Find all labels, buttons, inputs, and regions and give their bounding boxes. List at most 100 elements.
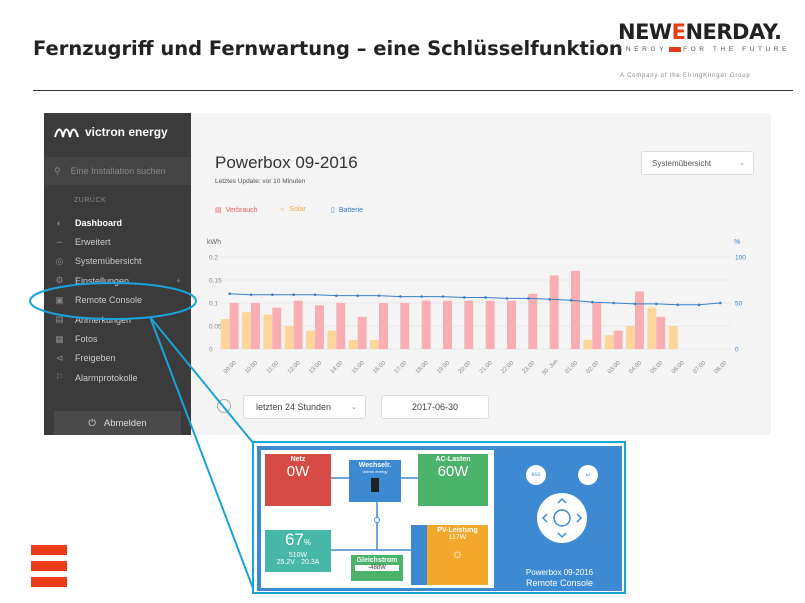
battery-point	[420, 295, 423, 298]
gauge-icon: ◐	[56, 217, 63, 228]
y-tick-label: 0.05	[209, 324, 222, 331]
power-icon: ⏻	[88, 417, 96, 429]
logout-button[interactable]: ⏻ Abmelden	[54, 411, 181, 435]
consumption-bar	[336, 303, 346, 349]
consumption-bar	[315, 305, 324, 349]
solar-bar	[284, 326, 294, 349]
x-tick-label: 23:00	[522, 360, 537, 375]
slide: Fernzugriff und Fernwartung – eine Schlü…	[0, 0, 805, 603]
y2-tick-label: 0	[735, 347, 739, 354]
back-link[interactable]: ZURÜCK	[74, 197, 106, 204]
solar-bar	[327, 330, 337, 349]
battery-point	[356, 294, 359, 297]
battery-point	[719, 301, 722, 305]
x-tick-label: 02:00	[586, 360, 601, 375]
x-tick-label: 12:00	[287, 360, 302, 375]
battery-box[interactable]: 67% 510W 25.2V · 20.3A	[265, 530, 331, 572]
photo-icon: ▦	[55, 333, 64, 344]
consumption-bar	[229, 303, 239, 349]
mppt-box	[411, 525, 427, 585]
x-tick-label: 06:00	[671, 360, 686, 375]
battery-point	[633, 302, 637, 306]
consumption-bar	[357, 316, 367, 349]
chevron-down-icon: ⌄	[351, 404, 357, 411]
date-field[interactable]: 2017-06-30	[381, 395, 489, 419]
slide-title: Fernzugriff und Fernwartung – eine Schlü…	[33, 37, 623, 60]
pv-power-box[interactable]: PV-Leistung 117W ☼	[427, 525, 488, 585]
solar-bar	[263, 314, 273, 349]
title-divider	[33, 90, 793, 91]
x-tick-label: 09:00	[223, 360, 238, 375]
menu-item-einstellungen[interactable]: ⚙ Einstellungen +	[44, 271, 191, 290]
victron-logo[interactable]: victron energy	[54, 125, 168, 139]
consumption-bar	[635, 291, 644, 349]
battery-point	[249, 293, 253, 297]
x-tick-label: 08:00	[714, 360, 729, 375]
menu-item-erweitert[interactable]: ∽ Erweitert	[44, 232, 191, 251]
consumption-bar	[400, 303, 410, 349]
inverter-box[interactable]: Wechselr. victron energy	[349, 460, 401, 502]
brand-stripes-decoration	[31, 545, 67, 593]
consumption-bar	[571, 270, 580, 349]
x-tick-label: 19:00	[436, 360, 451, 375]
solar-bar	[668, 326, 678, 349]
menu-item-freigeben[interactable]: ⊲ Freigeben	[44, 349, 191, 368]
menu-item-anmerkungen[interactable]: ▤ Anmerkungen	[44, 310, 191, 329]
console-label: Remote Console	[525, 578, 594, 588]
logo-subline: A Company of the ElringKlinger Group	[620, 73, 751, 79]
y2-tick-label: 50	[735, 301, 743, 308]
consumption-bar	[592, 303, 602, 349]
y-tick-label: 0.2	[209, 255, 218, 262]
x-tick-label: 30. Jun	[541, 359, 559, 377]
installation-search-input[interactable]: ⚲ Eine Installation suchen	[44, 157, 191, 185]
solar-bar	[626, 326, 635, 349]
netz-box[interactable]: Netz 0W	[265, 454, 331, 506]
solar-bar	[583, 339, 593, 349]
x-tick-label: 01:00	[564, 360, 579, 375]
range-select[interactable]: letzten 24 Stunden ⌄	[243, 395, 366, 419]
battery-point	[441, 295, 445, 298]
y-tick-label: 0.15	[209, 278, 222, 285]
y-tick-label: 0	[209, 347, 213, 354]
menu-item-fotos[interactable]: ▦ Fotos	[44, 329, 191, 348]
menu-item-remote-console[interactable]: ▣ Remote Console	[44, 291, 191, 310]
logo-tagline: ENERGY FOR THE FUTURE	[618, 46, 791, 53]
remote-console-panel: Netz 0W Wechselr. victron energy AC-Last…	[252, 441, 626, 594]
consumption-bar	[293, 300, 303, 349]
x-tick-label: 15:00	[351, 360, 366, 375]
logo-wordmark: NEWENERDAY.	[618, 20, 782, 44]
inverter-icon	[371, 478, 379, 492]
vrm-menu: ◐ Dashboard ∽ Erweitert ◎ Systemübersicht ⚙…	[44, 213, 191, 388]
consumption-bar	[251, 303, 260, 349]
vrm-portal-screenshot: victron energy ⚲ Eine Installation suche…	[44, 113, 771, 435]
battery-point	[292, 293, 295, 297]
x-tick-label: 14:00	[330, 360, 345, 375]
menu-item-systemuebersicht[interactable]: ◎ Systemübersicht	[44, 252, 191, 271]
battery-point	[569, 298, 573, 302]
battery-point	[313, 293, 317, 297]
x-tick-label: 13:00	[308, 360, 323, 375]
return-icon: ↵	[585, 472, 591, 479]
x-tick-label: 10:00	[244, 360, 259, 375]
menu-item-alarmprotokolle[interactable]: ⚐ Alarmprotokolle	[44, 368, 191, 387]
search-icon: ⚲	[54, 165, 61, 176]
battery-point	[505, 297, 509, 300]
solar-bar	[242, 312, 251, 349]
x-tick-label: 22:00	[500, 360, 515, 375]
expand-plus-icon: +	[175, 275, 181, 286]
console-icon: ▣	[55, 294, 64, 305]
dpad-control[interactable]	[537, 493, 587, 543]
enter-button[interactable]: ↵	[578, 465, 598, 485]
battery-point	[548, 298, 551, 301]
consumption-bar	[613, 330, 623, 349]
battery-point	[527, 297, 530, 300]
dc-system-box[interactable]: Gleichstrom -488W	[351, 555, 403, 581]
x-tick-label: 16:00	[372, 360, 387, 375]
console-overview-diagram: Netz 0W Wechselr. victron energy AC-Last…	[261, 450, 494, 588]
menu-item-dashboard[interactable]: ◐ Dashboard	[44, 213, 191, 232]
vrm-main-panel: Powerbox 09-2016 Letztes Update: vor 10 …	[191, 113, 771, 435]
esc-button[interactable]: esc	[526, 465, 546, 485]
consumption-bar	[272, 307, 282, 349]
y-axis-unit: kWh	[207, 239, 221, 246]
ac-loads-box[interactable]: AC-Lasten 60W	[418, 454, 488, 506]
